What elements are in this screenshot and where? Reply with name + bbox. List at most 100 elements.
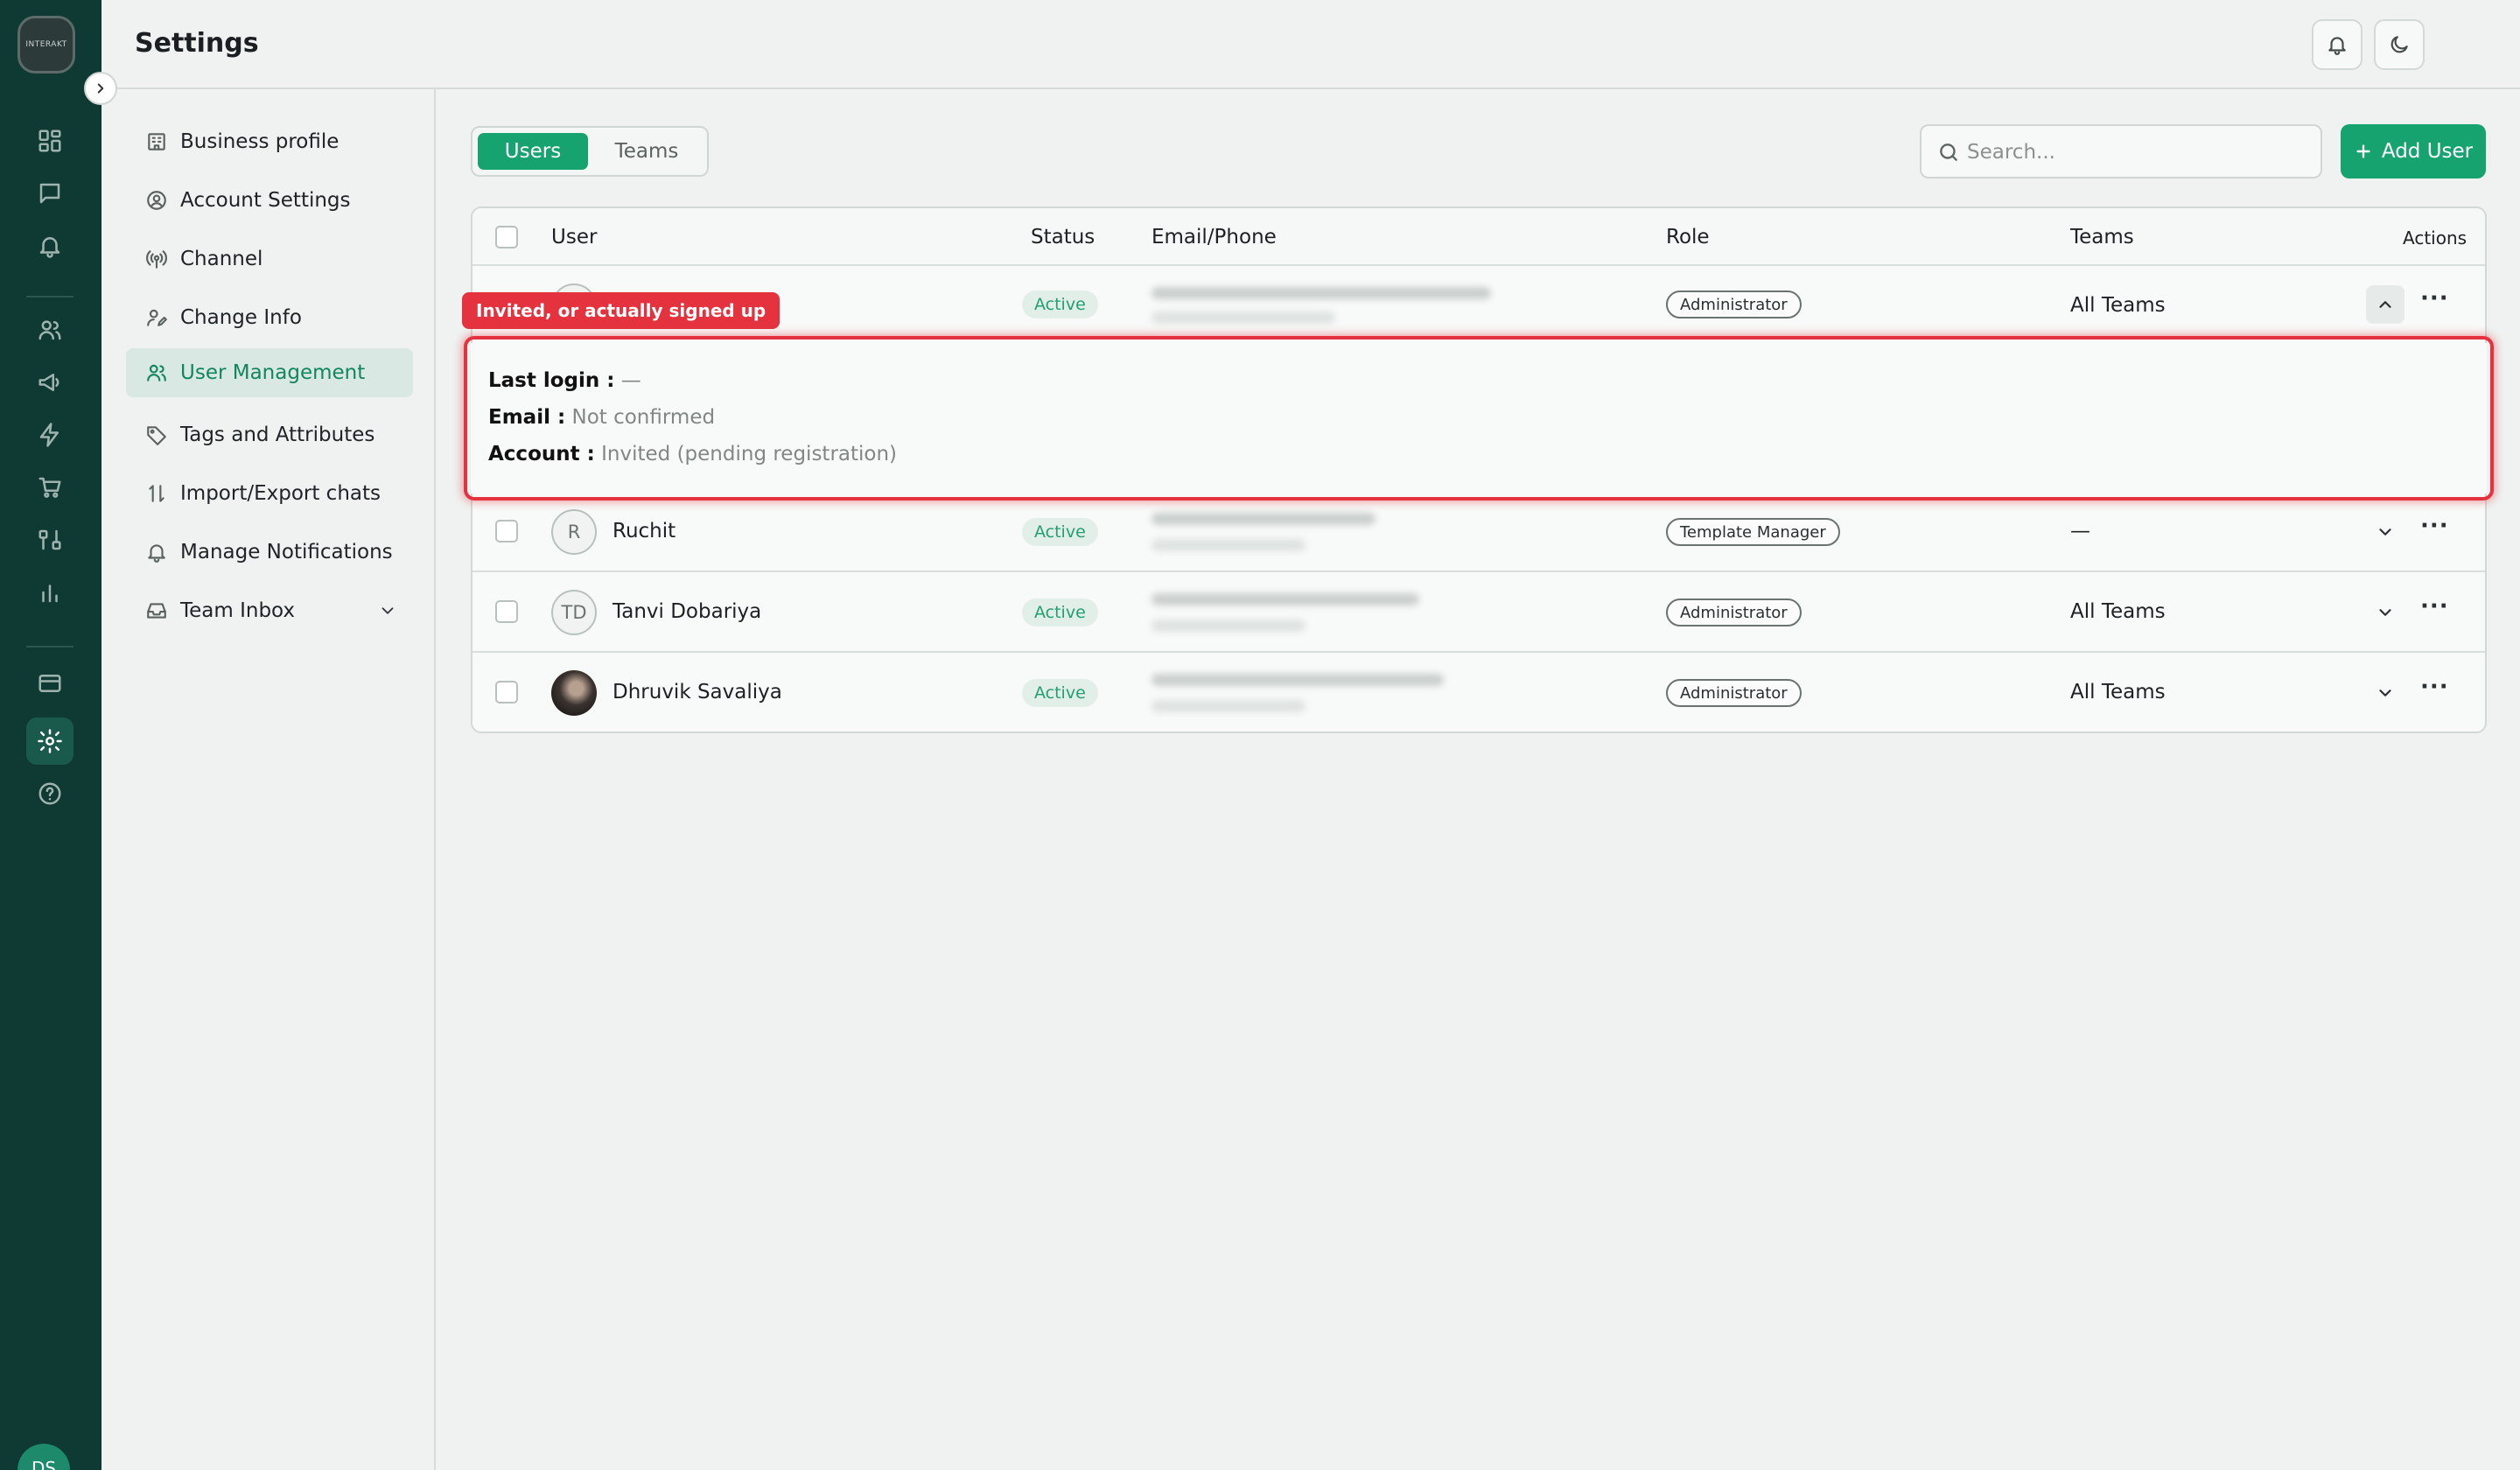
contacts-icon[interactable] bbox=[30, 310, 70, 350]
table-row[interactable]: TD Tanvi Dobariya Active Administrator A… bbox=[472, 572, 2485, 653]
tab-teams[interactable]: Teams bbox=[592, 133, 702, 170]
expand-row-button[interactable] bbox=[2366, 513, 2404, 551]
current-user-avatar[interactable]: DS bbox=[18, 1444, 70, 1470]
status-badge: Active bbox=[1022, 679, 1098, 707]
help-icon[interactable] bbox=[30, 774, 70, 814]
user-avatar: R bbox=[551, 509, 597, 555]
collapse-toggle-button[interactable] bbox=[84, 72, 117, 105]
nav-label: Manage Notifications bbox=[180, 541, 393, 564]
expand-row-button[interactable] bbox=[2366, 674, 2404, 712]
row-checkbox[interactable] bbox=[495, 681, 518, 704]
user-circle-icon bbox=[147, 191, 166, 210]
nav-account-settings[interactable]: Account Settings bbox=[126, 176, 413, 225]
nav-user-management[interactable]: User Management bbox=[126, 348, 413, 397]
role-pill: Administrator bbox=[1666, 679, 1802, 707]
teams-cell: — bbox=[2070, 520, 2090, 542]
chevron-down-icon bbox=[2379, 609, 2391, 616]
more-actions-icon[interactable]: ··· bbox=[2420, 593, 2449, 620]
role-pill: Administrator bbox=[1666, 598, 1802, 626]
lightning-icon[interactable] bbox=[30, 415, 70, 455]
row-checkbox[interactable] bbox=[495, 520, 518, 542]
table-header: User Status Email/Phone Role Teams Actio… bbox=[472, 208, 2485, 266]
phone-redacted bbox=[1152, 700, 1306, 712]
table-row[interactable]: Dhruvik Savaliya Active Administrator Al… bbox=[472, 653, 2485, 732]
nav-change-info[interactable]: Change Info bbox=[126, 293, 413, 342]
analytics-icon[interactable] bbox=[30, 572, 70, 612]
more-actions-icon[interactable]: ··· bbox=[2420, 513, 2449, 539]
teams-cell: All Teams bbox=[2070, 294, 2166, 317]
header-role: Role bbox=[1666, 226, 1710, 248]
teams-cell: All Teams bbox=[2070, 600, 2166, 623]
phone-redacted bbox=[1152, 312, 1335, 324]
nav-label: Tags and Attributes bbox=[180, 424, 375, 446]
table-row[interactable]: R Ruchit Active Template Manager — ··· bbox=[472, 492, 2485, 572]
annotation-callout: Invited, or actually signed up bbox=[462, 292, 780, 329]
tag-icon bbox=[147, 426, 166, 445]
search-icon bbox=[1940, 144, 1957, 161]
settings-gear-icon[interactable] bbox=[26, 718, 74, 765]
add-user-button[interactable]: Add User bbox=[2341, 124, 2486, 178]
chevron-down-icon bbox=[2379, 690, 2391, 696]
header-email-phone: Email/Phone bbox=[1152, 226, 1277, 248]
megaphone-icon[interactable] bbox=[30, 362, 70, 402]
dark-mode-button[interactable] bbox=[2374, 19, 2425, 70]
integrations-icon[interactable] bbox=[30, 520, 70, 560]
expand-row-button[interactable] bbox=[2366, 593, 2404, 632]
nav-label: Team Inbox bbox=[180, 599, 296, 622]
email-redacted bbox=[1152, 287, 1491, 299]
user-name: Dhruvik Savaliya bbox=[612, 681, 782, 704]
teams-cell: All Teams bbox=[2070, 681, 2166, 704]
broadcast-icon bbox=[146, 250, 167, 269]
dashboard-icon[interactable] bbox=[30, 121, 70, 161]
search-input[interactable] bbox=[1967, 135, 2308, 170]
more-actions-icon[interactable]: ··· bbox=[2420, 674, 2449, 700]
detail-account: Account : Invited (pending registration) bbox=[488, 443, 897, 466]
role-pill: Administrator bbox=[1666, 290, 1802, 318]
user-avatar bbox=[551, 670, 597, 716]
nav-manage-notifications[interactable]: Manage Notifications bbox=[126, 528, 413, 577]
detail-value: — bbox=[620, 369, 641, 392]
nav-label: Account Settings bbox=[180, 189, 351, 212]
status-badge: Active bbox=[1022, 598, 1098, 626]
nav-tags-attributes[interactable]: Tags and Attributes bbox=[126, 410, 413, 459]
plus-icon bbox=[2356, 144, 2370, 158]
nav-label: User Management bbox=[180, 361, 366, 384]
row-checkbox[interactable] bbox=[495, 600, 518, 623]
row-details-panel: Last login : — Email : Not confirmed Acc… bbox=[471, 343, 2487, 494]
header-status: Status bbox=[1031, 226, 1096, 248]
status-badge: Active bbox=[1022, 518, 1098, 546]
notifications-button[interactable] bbox=[2312, 19, 2362, 70]
user-name: Tanvi Dobariya bbox=[612, 600, 762, 623]
app-logo[interactable]: INTERAKT bbox=[18, 16, 75, 74]
bell-icon[interactable] bbox=[30, 226, 70, 266]
chat-icon[interactable] bbox=[30, 173, 70, 214]
rail-divider bbox=[26, 296, 74, 298]
header-actions: Actions bbox=[2403, 228, 2468, 248]
users-teams-toggle: Users Teams bbox=[471, 126, 709, 177]
collapse-row-button[interactable] bbox=[2366, 285, 2404, 324]
user-avatar: TD bbox=[551, 590, 597, 635]
cart-icon[interactable] bbox=[30, 467, 70, 508]
detail-label: Account : bbox=[488, 443, 595, 466]
nav-import-export[interactable]: Import/Export chats bbox=[126, 469, 413, 518]
building-icon bbox=[148, 133, 165, 150]
more-actions-icon[interactable]: ··· bbox=[2420, 285, 2449, 312]
phone-redacted bbox=[1152, 539, 1306, 551]
header-user: User bbox=[551, 226, 598, 248]
nav-channel[interactable]: Channel bbox=[126, 234, 413, 284]
top-header: Settings bbox=[102, 0, 2520, 89]
detail-last-login: Last login : — bbox=[488, 369, 641, 392]
detail-value: Invited (pending registration) bbox=[601, 443, 898, 466]
tab-users[interactable]: Users bbox=[478, 133, 588, 170]
nav-business-profile[interactable]: Business profile bbox=[126, 117, 413, 166]
nav-label: Business profile bbox=[180, 130, 340, 153]
chevron-up-icon bbox=[2379, 301, 2391, 308]
billing-icon[interactable] bbox=[30, 663, 70, 704]
select-all-checkbox[interactable] bbox=[495, 226, 518, 248]
chevron-right-icon bbox=[97, 83, 104, 94]
nav-team-inbox[interactable]: Team Inbox bbox=[126, 586, 413, 635]
users-icon bbox=[147, 364, 166, 382]
detail-label: Last login : bbox=[488, 369, 615, 392]
email-redacted bbox=[1152, 674, 1444, 686]
chevron-down-icon bbox=[382, 607, 394, 614]
